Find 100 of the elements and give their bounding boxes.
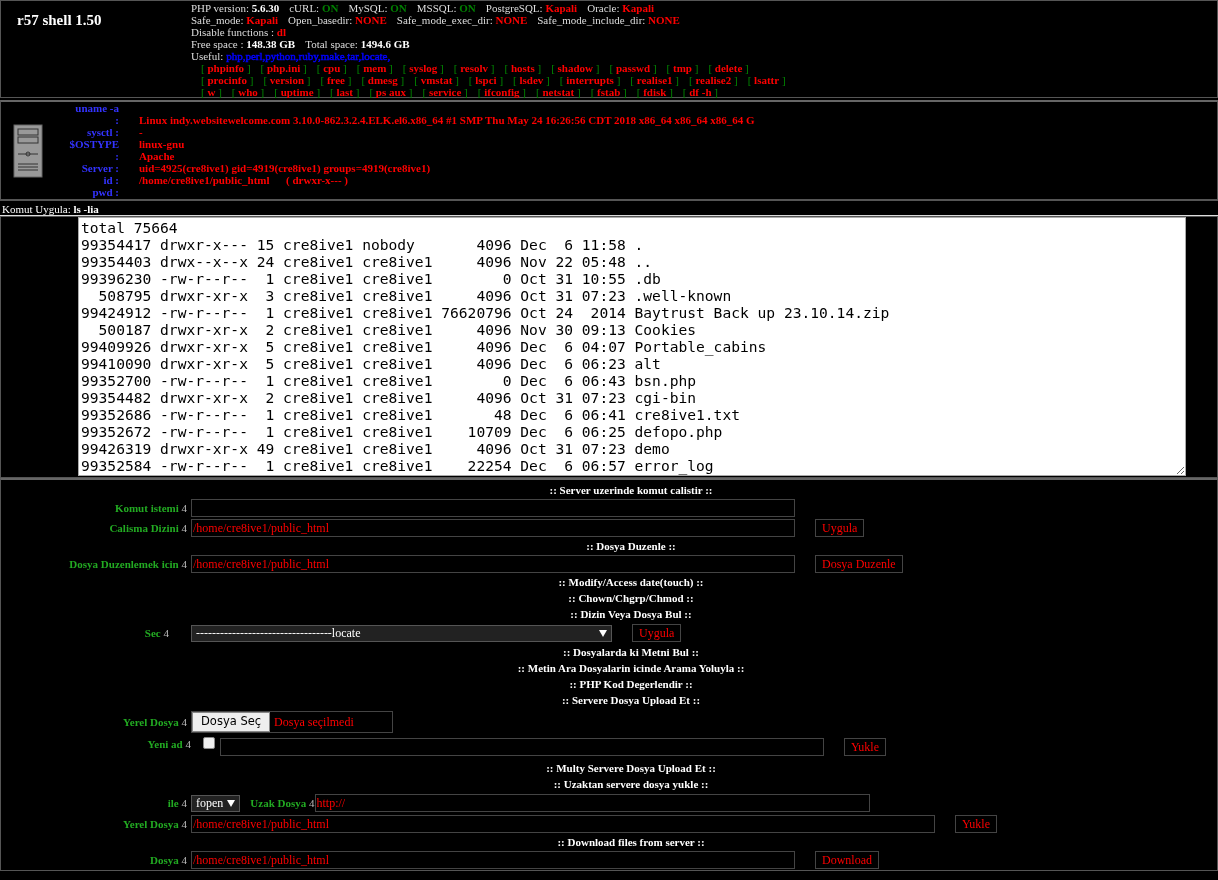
command-link[interactable]: [ version ]	[263, 74, 311, 86]
command-link[interactable]: [ fdisk ]	[636, 86, 673, 98]
info-label: sysctl :	[85, 126, 119, 138]
field-label: Uzak Dosya 4	[250, 795, 315, 811]
text-field[interactable]: /home/cre8ive1/public_html	[191, 815, 935, 833]
command-link[interactable]: [ hosts ]	[504, 62, 542, 74]
file-picker[interactable]: Dosya Seç Dosya seçilmedi	[191, 711, 393, 733]
action-button[interactable]: Uygula	[815, 519, 865, 537]
text-field[interactable]	[191, 499, 795, 517]
command-link[interactable]: [ cpu ]	[316, 62, 347, 74]
section-heading: :: Chown/Chgrp/Chmod ::	[567, 591, 695, 606]
info-text: Total space: 1494.6 GB	[305, 38, 410, 50]
info-text: PostgreSQL: Kapali	[485, 2, 578, 14]
method-value: fopen	[196, 795, 224, 812]
method-dropdown[interactable]: fopen	[191, 794, 241, 812]
info-text: Useful: php,perl,python,ruby,make,tar,locate,	[191, 50, 391, 62]
info-value: Apache	[138, 150, 175, 162]
action-button[interactable]: Uygula	[632, 624, 682, 642]
info-text: Disable functions : dl	[191, 26, 287, 38]
info-value: /home/cre8ive1/public_html ( drwxr-x--- )	[138, 174, 348, 186]
info-label: Server :	[80, 162, 119, 174]
command-link[interactable]: [ mem ]	[356, 62, 393, 74]
command-link[interactable]: [ ps aux ]	[369, 86, 413, 98]
section-heading: :: Multy Servere Dosya Upload Et ::	[545, 761, 717, 776]
command-link[interactable]: [ netstat ]	[536, 86, 581, 98]
info-text: Free space : 148.38 GB	[191, 38, 296, 50]
command-link[interactable]: [ lspci ]	[468, 74, 504, 86]
checkbox[interactable]	[203, 737, 215, 749]
command-link[interactable]: [ dmesg ]	[361, 74, 405, 86]
section-heading: :: Download files from server ::	[556, 835, 706, 850]
info-label: pwd :	[91, 186, 119, 198]
command-link[interactable]: [ syslog ]	[402, 62, 444, 74]
action-button[interactable]: Yukle	[955, 815, 997, 833]
choose-file-button[interactable]: Dosya Seç	[192, 712, 271, 732]
field-label: Komut istemi 4	[113, 500, 188, 516]
caret-icon	[227, 799, 236, 807]
info-text: Safe_mode_include_dir: NONE	[537, 14, 680, 26]
field-label: Yerel Dosya 4	[122, 816, 188, 832]
command-link[interactable]: [ last ]	[330, 86, 360, 98]
command-link[interactable]: [ phpinfo ]	[201, 62, 251, 74]
info-text: cURL: ON	[289, 2, 339, 14]
info-text: Oracle: Kapali	[587, 2, 655, 14]
command-link[interactable]: [ ifconfig ]	[477, 86, 527, 98]
command-link[interactable]: [ shadow ]	[551, 62, 600, 74]
caret-icon	[599, 629, 607, 637]
command-link[interactable]: [ vmstat ]	[414, 74, 459, 86]
field-label: Dosya 4	[149, 852, 188, 868]
command-link[interactable]: [ realise2 ]	[689, 74, 738, 86]
info-label: $OSTYPE	[68, 138, 119, 150]
info-value: linux-gnu	[138, 138, 185, 150]
action-button[interactable]: Download	[815, 851, 879, 869]
text-field[interactable]: /home/cre8ive1/public_html	[191, 519, 795, 537]
section-heading: :: PHP Kod Degerlendir ::	[568, 677, 694, 692]
field-label: Sec 4	[143, 625, 170, 641]
text-field[interactable]: /home/cre8ive1/public_html	[191, 555, 795, 573]
info-value: -	[138, 126, 143, 138]
command-link[interactable]: [ fstab ]	[590, 86, 627, 98]
text-field[interactable]	[220, 738, 824, 756]
info-text: PHP version: 5.6.30	[191, 2, 280, 14]
info-label: id :	[102, 174, 119, 186]
command-link[interactable]: [ service ]	[422, 86, 468, 98]
server-icon	[13, 124, 43, 178]
command-link[interactable]: [ df -h ]	[682, 86, 718, 98]
command-link[interactable]: [ lsdev ]	[513, 74, 550, 86]
action-button[interactable]: Yukle	[844, 738, 886, 756]
command-link[interactable]: [ procinfo ]	[201, 74, 254, 86]
field-label: Dosya Duzenlemek icin 4	[68, 556, 188, 572]
info-text: Safe_mode_exec_dir: NONE	[396, 14, 528, 26]
info-value: Linux indy.websitewelcome.com 3.10.0-862.3.2.4.ELK.el6.x86_64 #1 SMP Thu May 24 16:26:56 CDT 2018 x86_64 x86_64 x86_64 G	[138, 114, 755, 126]
info-label: uname -a	[74, 102, 119, 114]
command-link[interactable]: [ resolv ]	[453, 62, 495, 74]
field-label: ile 4	[166, 795, 188, 811]
command-link[interactable]: [ interrupts ]	[559, 74, 621, 86]
section-heading: :: Modify/Access date(touch) ::	[557, 575, 705, 590]
command-link[interactable]: [ passwd ]	[609, 62, 657, 74]
info-label: :	[114, 150, 119, 162]
command-link[interactable]: [ realise1 ]	[630, 74, 679, 86]
info-text: Open_basedir: NONE	[288, 14, 387, 26]
info-value: uid=4925(cre8ive1) gid=4919(cre8ive1) groups=4919(cre8ive1)	[138, 162, 431, 174]
command-link[interactable]: [ php.ini ]	[260, 62, 307, 74]
command-link[interactable]: [ w ]	[201, 86, 222, 98]
dropdown[interactable]: ----------------------------------locate	[191, 624, 612, 642]
command-link[interactable]: [ lsattr ]	[747, 74, 786, 86]
info-text: MSSQL: ON	[416, 2, 476, 14]
command-link[interactable]: [ uptime ]	[274, 86, 321, 98]
terminal-output[interactable]: total 75664 99354417 drwxr-x--- 15 cre8ive1 nobody 4096 Dec 6 11:58 . 99354403 drwx--x--x 24 cre8ive1 cre8ive1 4096 Nov 22 05:48 .. 99396230 -rw-r--r-- 1 cre8ive1 cre8ive1 0 Oct 31 10:55 .db 508795 drwxr-xr-x 3 cre8ive1 cre8ive1 4096 Oct 31 07:23 .well-known 99424912 -rw-r--r-- 1 cre8ive1 cre8ive1 76620796 Oct 24 2014 Baytrust Back up 23.10.14.zip 500187 drwxr-xr-x 2 cre8ive1 cre8ive1 4096 Nov 30 09:13 Cookies 99409926 drwxr-xr-x 5 cre8ive1 cre8ive1 4096 Dec 6 04:07 Portable_cabins 99410090 drwxr-xr-x 5 cre8ive1 cre8ive1 4096 Dec 6 06:23 alt 99352700 -rw-r--r-- 1 cre8ive1 cre8ive1 0 Dec 6 06:43 bsn.php 99354482 drwxr-xr-x 2 cre8ive1 cre8ive1 4096 Oct 31 07:23 cgi-bin 99352686 -rw-r--r-- 1 cre8ive1 cre8ive1 48 Dec 6 06:41 cre8ive1.txt 99352672 -rw-r--r-- 1 cre8ive1 cre8ive1 10709 Dec 6 06:25 defopo.php 99426319 drwxr-xr-x 49 cre8ive1 cre8ive1 4096 Oct 31 07:23 demo 99352584 -rw-r--r-- 1 cre8ive1 cre8ive1 22254 Dec 6 06:57 error_log	[78, 217, 1186, 476]
field-label: Calisma Dizini 4	[108, 520, 188, 536]
action-button[interactable]: Dosya Duzenle	[815, 555, 903, 573]
command-link[interactable]: [ tmp ]	[666, 62, 699, 74]
text-field[interactable]: /home/cre8ive1/public_html	[191, 851, 795, 869]
section-heading: :: Metin Ara Dosyalarin icinde Arama Yoluyla ::	[516, 661, 746, 676]
command-link[interactable]: [ delete ]	[708, 62, 749, 74]
shell-title: r57 shell 1.50	[16, 11, 103, 30]
command-link[interactable]: [ who ]	[231, 86, 265, 98]
dropdown-value: ----------------------------------locate	[196, 625, 361, 642]
info-label: :	[114, 114, 119, 126]
text-field[interactable]: http://	[314, 794, 870, 812]
command-link[interactable]: [ free ]	[320, 74, 352, 86]
field-label: Yeni ad 4	[146, 737, 192, 752]
field-label: Yerel Dosya 4	[122, 714, 188, 730]
